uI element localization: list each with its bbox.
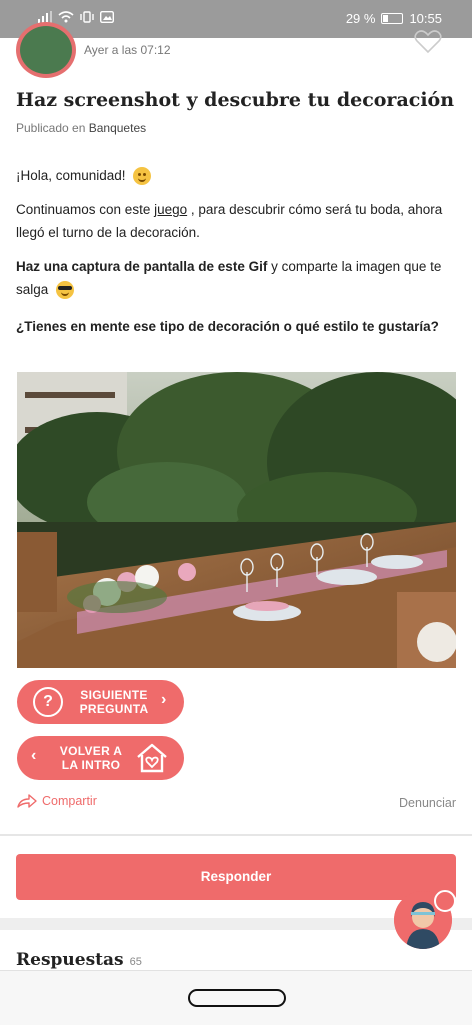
next-question-line2: PREGUNTA [79, 702, 149, 716]
instructions-paragraph: Haz una captura de pantalla de este Gif … [16, 255, 456, 301]
intro-text-start: Continuamos con este [16, 202, 151, 217]
post-date: Ayer a las 07:12 [84, 43, 171, 57]
instructions-bold: Haz una captura de pantalla de este Gif [16, 259, 268, 274]
greeting-text: ¡Hola, comunidad! [16, 168, 126, 183]
author-avatar[interactable] [16, 22, 76, 78]
chevron-right-icon: › [161, 691, 167, 708]
divider [0, 834, 472, 836]
share-icon [17, 794, 37, 808]
clock: 10:55 [409, 11, 442, 26]
vibrate-icon [80, 11, 94, 23]
decoration-photo[interactable] [17, 372, 456, 668]
sunglasses-emoji-icon [56, 281, 75, 300]
next-question-button[interactable]: ? SIGUIENTE PREGUNTA › [17, 680, 184, 724]
question-paragraph: ¿Tienes en mente ese tipo de decoración … [16, 315, 456, 338]
home-gesture-handle[interactable] [188, 989, 286, 1007]
chevron-left-icon: ‹ [31, 747, 37, 764]
game-link[interactable]: juego [154, 202, 187, 217]
back-to-intro-label: VOLVER A LA INTRO [55, 744, 127, 772]
respond-button[interactable]: Responder [16, 854, 456, 900]
system-navigation-bar [0, 970, 472, 1025]
heart-icon[interactable] [414, 30, 442, 54]
category-link[interactable]: Banquetes [89, 121, 146, 135]
back-to-intro-line2: LA INTRO [61, 758, 121, 772]
image-notification-icon [100, 11, 114, 23]
question-mark-icon: ? [33, 687, 63, 717]
status-bar: 29 % 10:55 [0, 0, 472, 38]
notification-badge [434, 890, 456, 912]
wifi-icon [58, 11, 74, 23]
next-question-line1: SIGUIENTE [80, 688, 148, 702]
battery-percent: 29 % [345, 11, 376, 26]
battery-icon [381, 13, 404, 24]
post-title: Haz screenshot y descubre tu decoración [16, 89, 455, 111]
back-to-intro-line1: VOLVER A [59, 744, 123, 758]
smile-emoji-icon [133, 167, 152, 186]
published-prefix: Publicado en [16, 121, 86, 135]
published-in: Publicado en Banquetes [16, 121, 146, 135]
back-to-intro-button[interactable]: ‹ VOLVER A LA INTRO [17, 736, 184, 780]
status-right: 29 % 10:55 [346, 11, 442, 26]
share-button[interactable]: Compartir [17, 794, 97, 808]
house-heart-icon [137, 743, 167, 773]
intro-paragraph: Continuamos con este juego , para descub… [16, 198, 456, 244]
answers-count: 65 [129, 956, 142, 968]
greeting-paragraph: ¡Hola, comunidad! [16, 164, 456, 187]
answers-heading: Respuestas 65 [16, 950, 142, 970]
decoration-photo-art [17, 372, 456, 668]
question-text: ¿Tienes en mente ese tipo de decoración … [16, 319, 439, 334]
report-link[interactable]: Denunciar [399, 796, 456, 810]
share-label: Compartir [42, 794, 97, 808]
answers-title: Respuestas [16, 950, 124, 970]
next-question-label: SIGUIENTE PREGUNTA [69, 688, 159, 716]
